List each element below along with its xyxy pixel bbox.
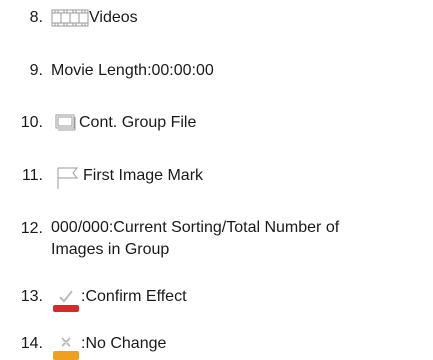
flag-icon <box>51 166 83 190</box>
item-label: :Confirm Effect <box>81 288 187 305</box>
item-number: 8. <box>29 9 43 26</box>
confirm-checkmark-icon <box>51 287 81 313</box>
item-label: :No Change <box>81 335 167 352</box>
item-label: Movie Length:00:00:00 <box>51 62 214 79</box>
item-number: 14. <box>20 335 43 352</box>
legend-list: 8. Videos 9. Movie Length:00:00:00 10. C… <box>0 0 433 360</box>
item-label: Cont. Group File <box>79 114 197 131</box>
continuous-group-file-icon <box>51 113 79 133</box>
item-number: 9. <box>29 62 43 79</box>
list-item-videos: 8. Videos <box>0 8 433 28</box>
list-item-confirm-effect: 13. :Confirm Effect <box>0 287 433 313</box>
item-label: 000/000:Current Sorting/Total Number of … <box>51 219 340 258</box>
film-strip-icon <box>51 8 89 28</box>
item-number: 12. <box>20 220 43 237</box>
item-number: 11. <box>21 167 43 184</box>
list-item-sorting-total: 12. 000/000:Current Sorting/Total Number… <box>0 219 433 261</box>
no-change-x-icon <box>51 334 81 360</box>
item-label: Videos <box>89 9 138 26</box>
list-item-movie-length: 9. Movie Length:00:00:00 <box>0 61 433 80</box>
item-label: First Image Mark <box>83 167 204 184</box>
list-item-first-image-mark: 11. First Image Mark <box>0 166 433 190</box>
list-item-no-change: 14. :No Change <box>0 334 433 360</box>
item-number: 13. <box>20 288 43 305</box>
list-item-cont-group-file: 10. Cont. Group File <box>0 113 433 133</box>
item-number: 10. <box>20 114 43 131</box>
